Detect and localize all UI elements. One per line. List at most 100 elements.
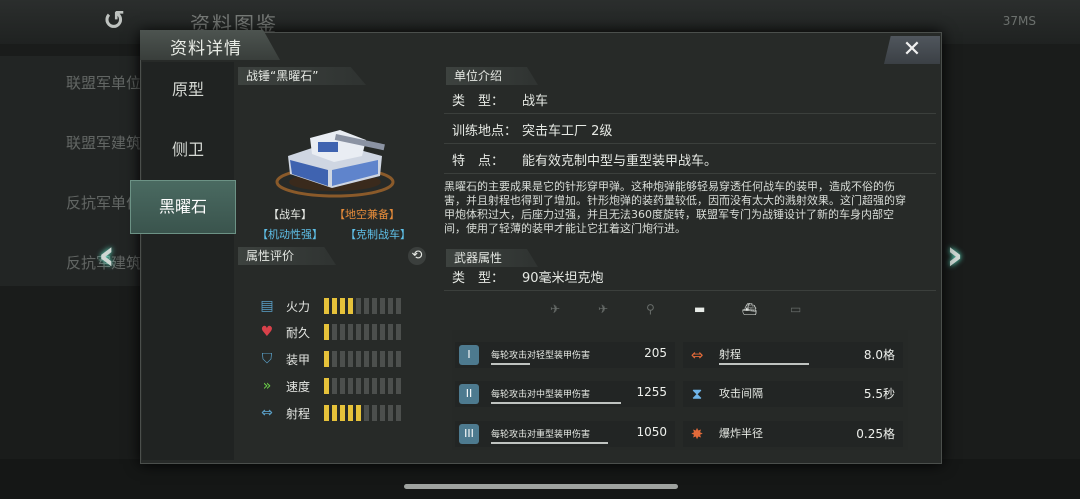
stat-value: 5.5秒 — [863, 387, 895, 401]
level-segment — [364, 324, 369, 340]
stat-label: 每轮攻击对轻型装甲伤害 — [491, 351, 591, 361]
level-segment — [396, 378, 401, 394]
shield-icon: ⛉ — [261, 351, 273, 367]
tab-prototype[interactable]: 原型 — [142, 64, 234, 116]
tank-icon: ▬ — [694, 302, 706, 316]
level-segment — [380, 351, 385, 367]
attribute-row: ⇔ 射程 — [258, 403, 434, 423]
info-row-feature: 特 点： 能有效克制中型与重型装甲战车。 — [444, 151, 936, 174]
stat-value: 0.25格 — [856, 427, 895, 441]
attribute-label: 耐久 — [286, 326, 311, 340]
info-key: 训练地点： — [452, 124, 518, 139]
weapon-stat: ⇔ 射程 8.0格 — [683, 342, 903, 368]
level-segment — [372, 324, 377, 340]
info-key: 类 型： — [452, 94, 505, 109]
level-segment — [356, 378, 361, 394]
light-armor-icon: I — [459, 345, 479, 365]
weapon-stat: ⧗ 攻击间隔 5.5秒 — [683, 381, 903, 407]
attribute-label: 火力 — [286, 300, 311, 314]
level-segment — [396, 324, 401, 340]
info-value: 90毫米坦克炮 — [522, 271, 604, 286]
level-segment — [356, 298, 361, 314]
stat-bar — [491, 442, 608, 444]
blast-icon: ✸ — [690, 425, 704, 443]
unit-tag: 【机动性强】 — [257, 228, 323, 241]
level-segment — [396, 351, 401, 367]
level-segment — [388, 324, 393, 340]
level-segment — [348, 405, 353, 421]
level-segment — [340, 405, 345, 421]
tab-obsidian[interactable]: 黑曜石 — [130, 180, 236, 234]
level-segment — [372, 298, 377, 314]
jet-icon: ✈ — [550, 302, 561, 316]
level-segment — [332, 351, 337, 367]
stat-label: 攻击间隔 — [719, 387, 763, 400]
stat-bar — [719, 363, 809, 365]
rotate-icon[interactable]: ⟲ — [408, 247, 426, 265]
level-segment — [324, 324, 329, 340]
info-key: 特 点： — [452, 154, 505, 169]
next-arrow-icon[interactable]: › — [946, 230, 963, 279]
attribute-row: ⛉ 装甲 — [258, 349, 434, 369]
firepower-icon: ▤ — [260, 298, 274, 314]
level-segment — [380, 378, 385, 394]
tab-flanker[interactable]: 侧卫 — [142, 124, 234, 176]
plane-icon: ✈ — [598, 302, 609, 316]
unit-description: 黑曜石的主要成果是它的针形穿甲弹。这种炮弹能够轻易穿透任何战车的装甲，造成不俗的… — [444, 180, 906, 235]
armor-damage-stat: III 每轮攻击对重型装甲伤害 1050 — [455, 421, 675, 447]
level-segment — [340, 324, 345, 340]
stat-label: 射程 — [719, 348, 741, 361]
attribute-row: ♥ 耐久 — [258, 322, 434, 342]
level-segment — [356, 324, 361, 340]
attribute-label: 装甲 — [286, 353, 311, 367]
level-segment — [332, 405, 337, 421]
level-segment — [372, 351, 377, 367]
level-segment — [372, 378, 377, 394]
previous-arrow-icon[interactable]: ‹ — [98, 230, 115, 279]
stat-label: 每轮攻击对中型装甲伤害 — [491, 390, 591, 400]
hourglass-icon: ⧗ — [691, 385, 703, 403]
level-segment — [388, 405, 393, 421]
level-segment — [340, 351, 345, 367]
home-indicator[interactable] — [404, 484, 678, 489]
stat-label: 每轮攻击对重型装甲伤害 — [491, 430, 591, 440]
level-segment — [364, 378, 369, 394]
attribute-row: ▤ 火力 — [258, 296, 434, 316]
level-segment — [388, 378, 393, 394]
info-value: 突击车工厂 2级 — [522, 124, 613, 139]
level-segment — [396, 405, 401, 421]
unit-tag: 【战车】 — [268, 208, 312, 221]
level-segment — [348, 298, 353, 314]
level-segment — [380, 405, 385, 421]
background-sidebar: 联盟军单位 联盟军建筑 反抗军单位 反抗军建筑 — [0, 56, 150, 286]
level-segment — [332, 298, 337, 314]
back-icon[interactable]: ↺ — [92, 6, 136, 36]
attribute-label: 速度 — [286, 380, 311, 394]
heavy-armor-icon: III — [459, 424, 479, 444]
armor-damage-stat: II 每轮攻击对中型装甲伤害 1255 — [455, 381, 675, 407]
attributes-header: 属性评价 — [238, 247, 336, 265]
level-segment — [388, 351, 393, 367]
level-segment — [364, 405, 369, 421]
attribute-row: » 速度 — [258, 376, 434, 396]
network-status: 37MS — [1002, 14, 1036, 28]
info-key: 类 型： — [452, 271, 505, 286]
intro-header: 单位介绍 — [446, 67, 538, 85]
unit-tabs: 原型 侧卫 黑曜石 — [130, 62, 236, 460]
stat-value: 8.0格 — [863, 348, 895, 362]
info-value: 战车 — [522, 94, 549, 109]
close-button[interactable]: ✕ — [884, 36, 940, 64]
level-segment — [380, 298, 385, 314]
weapon-header: 武器属性 — [446, 249, 538, 267]
info-row-type: 类 型： 战车 — [444, 91, 936, 114]
level-segment — [332, 324, 337, 340]
tank-image — [275, 130, 395, 198]
ship-icon: ⛴ — [742, 302, 758, 316]
armor-damage-stat: I 每轮攻击对轻型装甲伤害 205 — [455, 342, 675, 368]
level-segment — [396, 298, 401, 314]
speed-icon: » — [262, 378, 272, 394]
stat-value: 1255 — [636, 385, 667, 399]
level-segment — [324, 351, 329, 367]
stat-bar — [491, 402, 621, 404]
level-segment — [332, 378, 337, 394]
